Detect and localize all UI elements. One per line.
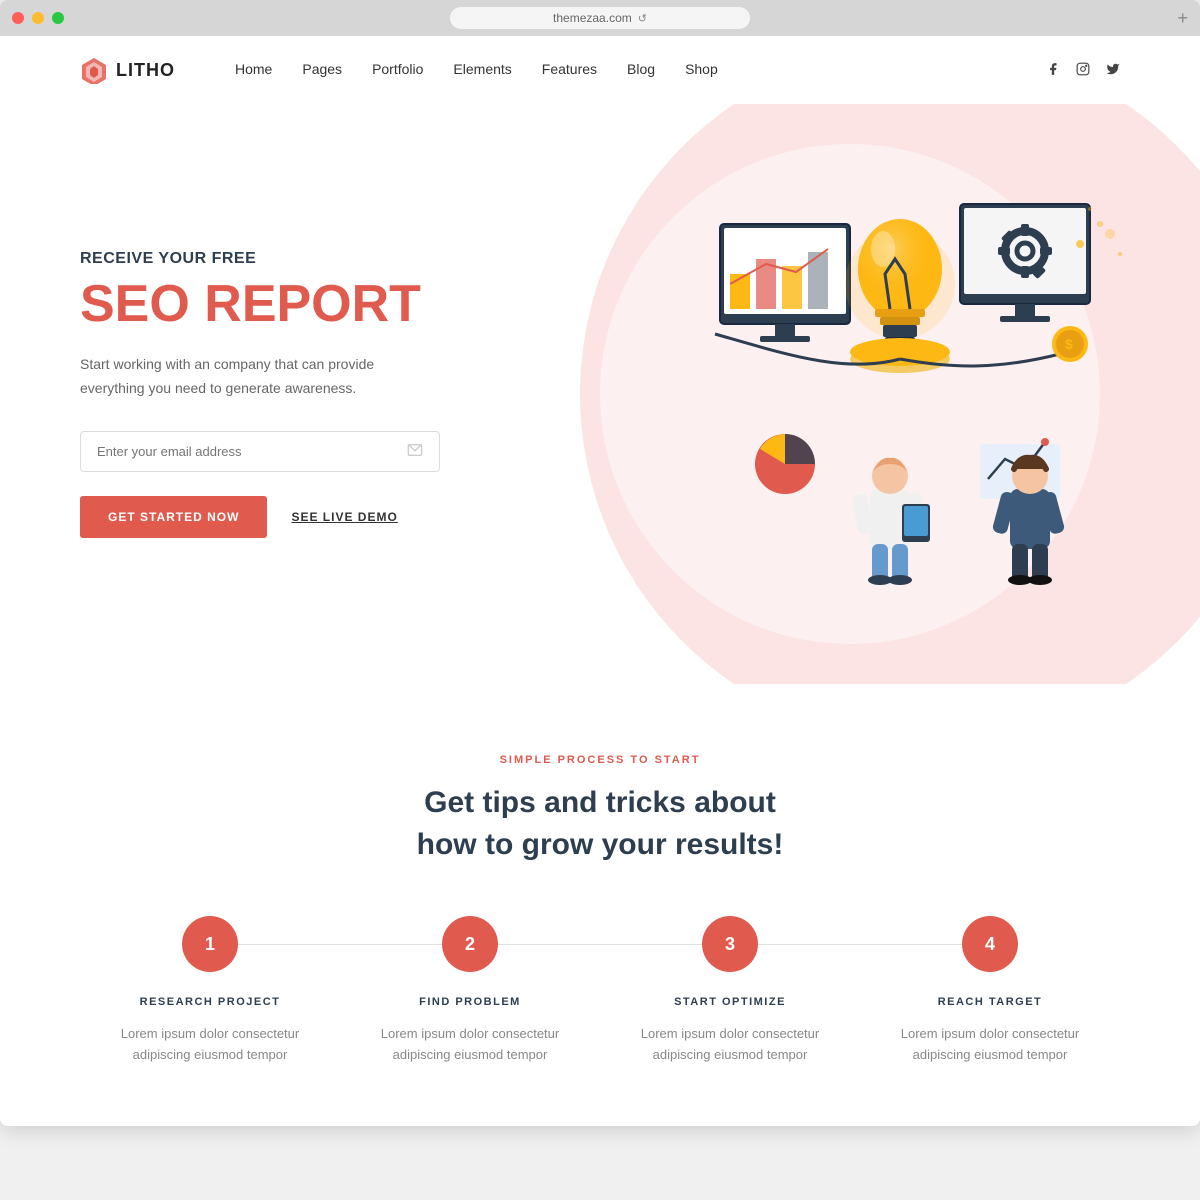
- step-title-2: FIND PROBLEM: [419, 996, 521, 1008]
- new-tab-button[interactable]: +: [1177, 8, 1188, 29]
- logo[interactable]: LITHO: [80, 56, 175, 84]
- step-1: 1 RESEARCH PROJECT Lorem ipsum dolor con…: [80, 916, 340, 1066]
- instagram-icon[interactable]: [1076, 62, 1090, 79]
- logo-text: LITHO: [116, 60, 175, 81]
- svg-text:$: $: [1065, 336, 1073, 352]
- step-title-1: RESEARCH PROJECT: [140, 996, 281, 1008]
- minimize-dot[interactable]: [32, 12, 44, 24]
- hero-illustration: $: [660, 124, 1140, 624]
- hero-section: RECEIVE YOUR FREE SEO REPORT Start worki…: [0, 104, 1200, 684]
- hero-description: Start working with an company that can p…: [80, 353, 440, 401]
- website-content: LITHO Home Pages Portfolio Elements Feat…: [0, 36, 1200, 1126]
- browser-titlebar: themezaa.com ↺ +: [0, 0, 1200, 36]
- steps-container: 1 RESEARCH PROJECT Lorem ipsum dolor con…: [80, 916, 1120, 1066]
- process-title: Get tips and tricks abouthow to grow you…: [80, 782, 1120, 866]
- twitter-icon[interactable]: [1106, 62, 1120, 79]
- browser-window: themezaa.com ↺ + LITHO Home Pages Portfo…: [0, 0, 1200, 1126]
- social-icons: [1046, 62, 1120, 79]
- nav-pages[interactable]: Pages: [302, 61, 342, 77]
- logo-icon: [80, 56, 108, 84]
- nav-elements[interactable]: Elements: [453, 61, 511, 77]
- email-form: [80, 431, 440, 472]
- close-dot[interactable]: [12, 12, 24, 24]
- url-text: themezaa.com: [553, 11, 632, 25]
- step-desc-1: Lorem ipsum dolor consectetur adipiscing…: [100, 1024, 320, 1066]
- navbar: LITHO Home Pages Portfolio Elements Feat…: [0, 36, 1200, 104]
- see-live-demo-button[interactable]: SEE LIVE DEMO: [291, 510, 397, 524]
- address-bar[interactable]: themezaa.com ↺: [450, 7, 750, 29]
- step-desc-4: Lorem ipsum dolor consectetur adipiscing…: [880, 1024, 1100, 1066]
- hero-subtitle: RECEIVE YOUR FREE: [80, 250, 440, 268]
- nav-blog[interactable]: Blog: [627, 61, 655, 77]
- nav-links: Home Pages Portfolio Elements Features B…: [235, 61, 1046, 79]
- nav-home[interactable]: Home: [235, 61, 272, 77]
- step-4: 4 REACH TARGET Lorem ipsum dolor consect…: [860, 916, 1120, 1066]
- step-number-2: 2: [442, 916, 498, 972]
- reload-icon[interactable]: ↺: [638, 12, 647, 25]
- step-2: 2 FIND PROBLEM Lorem ipsum dolor consect…: [340, 916, 600, 1066]
- step-desc-2: Lorem ipsum dolor consectetur adipiscing…: [360, 1024, 580, 1066]
- process-tag: SIMPLE PROCESS TO START: [80, 754, 1120, 766]
- hero-content: RECEIVE YOUR FREE SEO REPORT Start worki…: [0, 190, 520, 598]
- step-3: 3 START OPTIMIZE Lorem ipsum dolor conse…: [600, 916, 860, 1066]
- get-started-button[interactable]: GET STARTED NOW: [80, 496, 267, 538]
- step-title-4: REACH TARGET: [938, 996, 1043, 1008]
- process-section: SIMPLE PROCESS TO START Get tips and tri…: [0, 684, 1200, 1126]
- nav-portfolio[interactable]: Portfolio: [372, 61, 423, 77]
- cta-buttons: GET STARTED NOW SEE LIVE DEMO: [80, 496, 440, 538]
- step-number-4: 4: [962, 916, 1018, 972]
- step-number-1: 1: [182, 916, 238, 972]
- step-desc-3: Lorem ipsum dolor consectetur adipiscing…: [620, 1024, 840, 1066]
- email-icon: [407, 442, 423, 461]
- step-number-3: 3: [702, 916, 758, 972]
- maximize-dot[interactable]: [52, 12, 64, 24]
- facebook-icon[interactable]: [1046, 62, 1060, 79]
- hero-title: SEO REPORT: [80, 276, 440, 333]
- nav-features[interactable]: Features: [542, 61, 597, 77]
- email-input[interactable]: [97, 444, 407, 459]
- nav-shop[interactable]: Shop: [685, 61, 718, 77]
- step-title-3: START OPTIMIZE: [674, 996, 786, 1008]
